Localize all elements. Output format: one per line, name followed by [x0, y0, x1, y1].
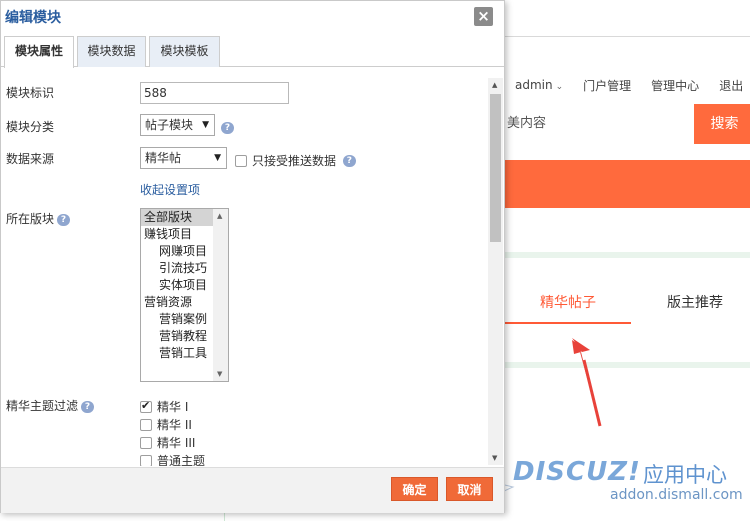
digest-option-label: 精华 III: [157, 436, 196, 450]
data-source-label: 数据来源: [6, 152, 55, 166]
header-divider: [505, 36, 750, 37]
dialog-title: 编辑模块: [5, 10, 61, 26]
dialog-scrollbar[interactable]: ▲ ▼: [488, 78, 503, 465]
section-divider: [505, 252, 750, 258]
digest-option[interactable]: 普通主题: [140, 452, 205, 466]
forums-label: 所在版块?: [6, 210, 71, 227]
scroll-up-icon[interactable]: ▲: [217, 212, 222, 220]
digest-option[interactable]: 精华 II: [140, 416, 192, 433]
username-link[interactable]: admin ⌄: [505, 78, 573, 92]
dialog-footer: 确定 取消: [1, 467, 504, 513]
digest-checkbox[interactable]: [140, 454, 152, 466]
scroll-down-icon[interactable]: ▼: [492, 454, 497, 462]
digest-option[interactable]: 精华 I: [140, 398, 188, 415]
module-id-label: 模块标识: [6, 86, 55, 100]
digest-checkbox[interactable]: [140, 436, 152, 449]
digest-checkbox[interactable]: [140, 418, 152, 431]
tab-moderator-picks[interactable]: 版主推荐: [640, 282, 750, 324]
data-source-select[interactable]: 精华帖 ▼: [140, 147, 227, 169]
dialog-tabs: 模块属性 模块数据 模块模板: [1, 34, 504, 68]
dialog-body: 模块标识 588 模块分类 帖子模块 ▼ ? 数据来源 精华帖 ▼ 只接受推送数…: [1, 68, 487, 466]
push-only-option[interactable]: 只接受推送数据 ?: [235, 152, 356, 169]
portal-manage-link[interactable]: 门户管理: [573, 77, 641, 94]
module-category-label: 模块分类: [6, 120, 55, 134]
tab-module-data[interactable]: 模块数据: [77, 36, 146, 67]
help-icon[interactable]: ?: [342, 154, 356, 167]
edit-module-dialog: 编辑模块 × 模块属性 模块数据 模块模板 模块标识 588 模块分类 帖子模块…: [0, 0, 505, 513]
dropdown-triangle-icon: ▼: [202, 120, 209, 130]
digest-option[interactable]: 精华 III: [140, 434, 195, 451]
tab-module-template[interactable]: 模块模板: [149, 36, 220, 67]
search-button[interactable]: 搜索: [694, 104, 750, 144]
digest-checkbox[interactable]: [140, 399, 152, 413]
tab-digest-posts[interactable]: 精华帖子: [505, 282, 631, 324]
section-divider: [505, 362, 750, 368]
digest-option-label: 精华 II: [157, 418, 192, 432]
digest-filter-label: 精华主题过滤?: [6, 397, 95, 414]
module-category-select[interactable]: 帖子模块 ▼: [140, 114, 215, 136]
dropdown-triangle-icon: ▼: [214, 153, 221, 163]
confirm-button[interactable]: 确定: [391, 477, 438, 501]
scrollbar-thumb[interactable]: [490, 94, 501, 242]
watermark: DISCUZ! 应用中心 addon.dismall.com: [455, 455, 750, 515]
digest-option-label: 精华 I: [157, 400, 189, 414]
watermark-logo: DISCUZ!: [513, 457, 641, 487]
digest-option-label: 普通主题: [157, 454, 206, 466]
help-icon[interactable]: ?: [81, 400, 95, 413]
collapse-settings-link[interactable]: 收起设置项: [140, 181, 200, 198]
chevron-down-icon: ⌄: [555, 82, 564, 92]
watermark-url: addon.dismall.com: [610, 487, 743, 503]
module-id-input[interactable]: 588: [140, 82, 289, 104]
help-icon[interactable]: ?: [221, 122, 234, 134]
logout-link[interactable]: 退出: [709, 77, 750, 94]
search-bar: 美内容 搜索: [505, 104, 750, 144]
watermark-cn-text: 应用中心: [643, 463, 727, 487]
nav-bar: [505, 160, 750, 208]
close-icon[interactable]: ×: [474, 7, 493, 26]
forums-listbox[interactable]: 全部版块 赚钱项目 网赚项目 引流技巧 实体项目 营销资源 营销案例 营销教程 营销工具 ▲ ▼: [140, 208, 229, 382]
cancel-button[interactable]: 取消: [446, 477, 493, 501]
scroll-down-icon[interactable]: ▼: [217, 370, 222, 378]
admin-center-link[interactable]: 管理中心: [641, 77, 709, 94]
scroll-up-icon[interactable]: ▲: [492, 81, 497, 89]
user-bar: admin ⌄ 门户管理 管理中心 退出: [505, 70, 750, 100]
push-only-checkbox[interactable]: [235, 154, 247, 167]
search-input[interactable]: 美内容: [505, 104, 546, 144]
help-icon[interactable]: ?: [57, 213, 71, 226]
listbox-scrollbar[interactable]: ▲ ▼: [213, 209, 228, 381]
tab-module-properties[interactable]: 模块属性: [4, 36, 74, 68]
